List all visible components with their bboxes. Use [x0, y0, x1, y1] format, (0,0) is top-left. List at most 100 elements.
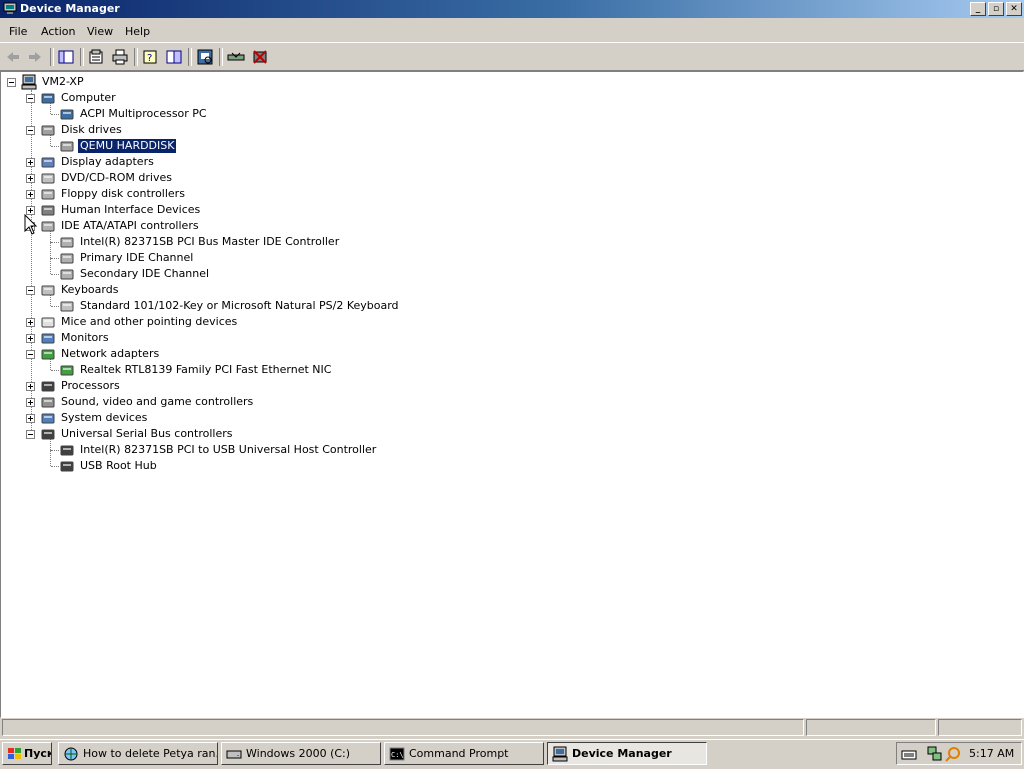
menu-view[interactable]: View [87, 25, 113, 38]
keyboard-icon [41, 285, 55, 296]
tree-category-label: Network adapters [61, 347, 160, 360]
mouse-cursor-icon [24, 214, 38, 235]
collapse-toggle[interactable] [26, 126, 35, 135]
computer-icon [41, 93, 55, 104]
start-label: Пуск [24, 747, 52, 760]
tree-device-label: USB Root Hub [80, 459, 157, 472]
system-tray: 5:17 AM [896, 742, 1022, 765]
console-tree-icon[interactable] [56, 47, 76, 67]
clock: 5:17 AM [969, 747, 1015, 760]
status-panel-main [2, 719, 804, 736]
network-tray-icon[interactable] [927, 746, 943, 762]
minimize-button[interactable]: _ [970, 2, 986, 16]
tree-category-label: Computer [61, 91, 116, 104]
tree-category-label: Monitors [61, 331, 109, 344]
taskbar-button-drive[interactable]: Windows 2000 (C:) [221, 742, 381, 765]
network-adapter-icon [60, 365, 74, 376]
tree-device-label: Realtek RTL8139 Family PCI Fast Ethernet… [80, 363, 332, 376]
usb-icon [60, 461, 74, 472]
collapse-toggle[interactable] [26, 286, 35, 295]
svg-text:?: ? [147, 53, 152, 64]
system-device-icon [41, 413, 55, 424]
tree-device-label: Primary IDE Channel [80, 251, 194, 264]
tree-category-label: IDE ATA/ATAPI controllers [61, 219, 199, 232]
ide-controller-icon [60, 237, 74, 248]
taskbar-button-label: Device Manager [572, 747, 672, 760]
taskbar: Пуск How to delete Petya ran... Windows … [0, 739, 1024, 769]
monitor-icon [41, 333, 55, 344]
taskbar-button-label: How to delete Petya ran... [83, 747, 218, 760]
menu-file[interactable]: File [9, 25, 27, 38]
ide-controller-icon [60, 253, 74, 264]
device-tree[interactable]: VM2-XP Computer ACPI Multiprocessor PC Dis… [0, 71, 1024, 718]
cdrom-icon [41, 173, 55, 184]
title-bar[interactable]: Device Manager _ ▫ ✕ [0, 0, 1024, 18]
status-panel-2 [806, 719, 936, 736]
menu-bar: File Action View Help [0, 21, 1024, 43]
update-driver-icon[interactable] [226, 47, 246, 67]
status-bar [0, 718, 1024, 738]
computer-monitor-icon [3, 2, 17, 14]
close-button[interactable]: ✕ [1006, 2, 1022, 16]
disk-drive-icon [60, 141, 74, 152]
tree-device-label: Standard 101/102-Key or Microsoft Natura… [80, 299, 399, 312]
taskbar-button-device-manager[interactable]: Device Manager [547, 742, 707, 765]
cmd-icon: C:\ [389, 747, 405, 761]
tree-category-label: Disk drives [61, 123, 122, 136]
tree-category-label: DVD/CD-ROM drives [61, 171, 172, 184]
computer-icon [60, 109, 74, 120]
expand-toggle[interactable] [26, 190, 35, 199]
device-manager-icon [552, 746, 568, 762]
collapse-toggle[interactable] [7, 78, 16, 87]
sound-icon [41, 397, 55, 408]
collapse-toggle[interactable] [26, 94, 35, 103]
start-button[interactable]: Пуск [2, 742, 52, 765]
scan-hardware-icon[interactable] [195, 47, 215, 67]
tree-device-label: Intel(R) 82371SB PCI Bus Master IDE Cont… [80, 235, 340, 248]
help-icon[interactable]: ? [140, 47, 160, 67]
expand-toggle[interactable] [26, 414, 35, 423]
computer-icon [21, 74, 37, 90]
tree-root-label: VM2-XP [42, 75, 84, 88]
forward-arrow-icon[interactable] [25, 47, 45, 67]
search-tray-icon[interactable] [945, 746, 961, 762]
menu-help[interactable]: Help [125, 25, 150, 38]
network-adapter-icon [41, 349, 55, 360]
tree-device-label: ACPI Multiprocessor PC [80, 107, 207, 120]
tree-root[interactable]: VM2-XP [7, 74, 207, 90]
usb-icon [60, 445, 74, 456]
tree-device-label: Intel(R) 82371SB PCI to USB Universal Ho… [80, 443, 377, 456]
collapse-toggle[interactable] [26, 430, 35, 439]
ide-controller-icon [41, 221, 55, 232]
taskbar-button-browser[interactable]: How to delete Petya ran... [58, 742, 218, 765]
windows-logo-icon [8, 748, 21, 759]
hid-icon [41, 205, 55, 216]
usb-icon [41, 429, 55, 440]
expand-toggle[interactable] [26, 174, 35, 183]
taskbar-button-cmd[interactable]: C:\ Command Prompt [384, 742, 544, 765]
properties-icon[interactable] [86, 47, 106, 67]
status-panel-3 [938, 719, 1022, 736]
svg-text:C:\: C:\ [391, 751, 404, 759]
back-arrow-icon[interactable] [3, 47, 23, 67]
collapse-toggle[interactable] [26, 350, 35, 359]
expand-toggle[interactable] [26, 334, 35, 343]
keyboard-layout-icon[interactable] [901, 746, 917, 762]
tree-category-label: Keyboards [61, 283, 119, 296]
tree-category-label: Universal Serial Bus controllers [61, 427, 233, 440]
menu-action[interactable]: Action [41, 25, 75, 38]
expand-toggle[interactable] [26, 158, 35, 167]
print-icon[interactable] [110, 47, 130, 67]
show-hide-icon[interactable] [164, 47, 184, 67]
tree-category-label: System devices [61, 411, 148, 424]
drive-icon [226, 750, 242, 759]
ide-controller-icon [60, 269, 74, 280]
maximize-button[interactable]: ▫ [988, 2, 1004, 16]
mouse-icon [41, 317, 55, 328]
expand-toggle[interactable] [26, 382, 35, 391]
taskbar-button-label: Command Prompt [409, 747, 509, 760]
expand-toggle[interactable] [26, 318, 35, 327]
uninstall-icon[interactable] [250, 47, 270, 67]
toolbar: ? [0, 44, 1024, 71]
expand-toggle[interactable] [26, 398, 35, 407]
